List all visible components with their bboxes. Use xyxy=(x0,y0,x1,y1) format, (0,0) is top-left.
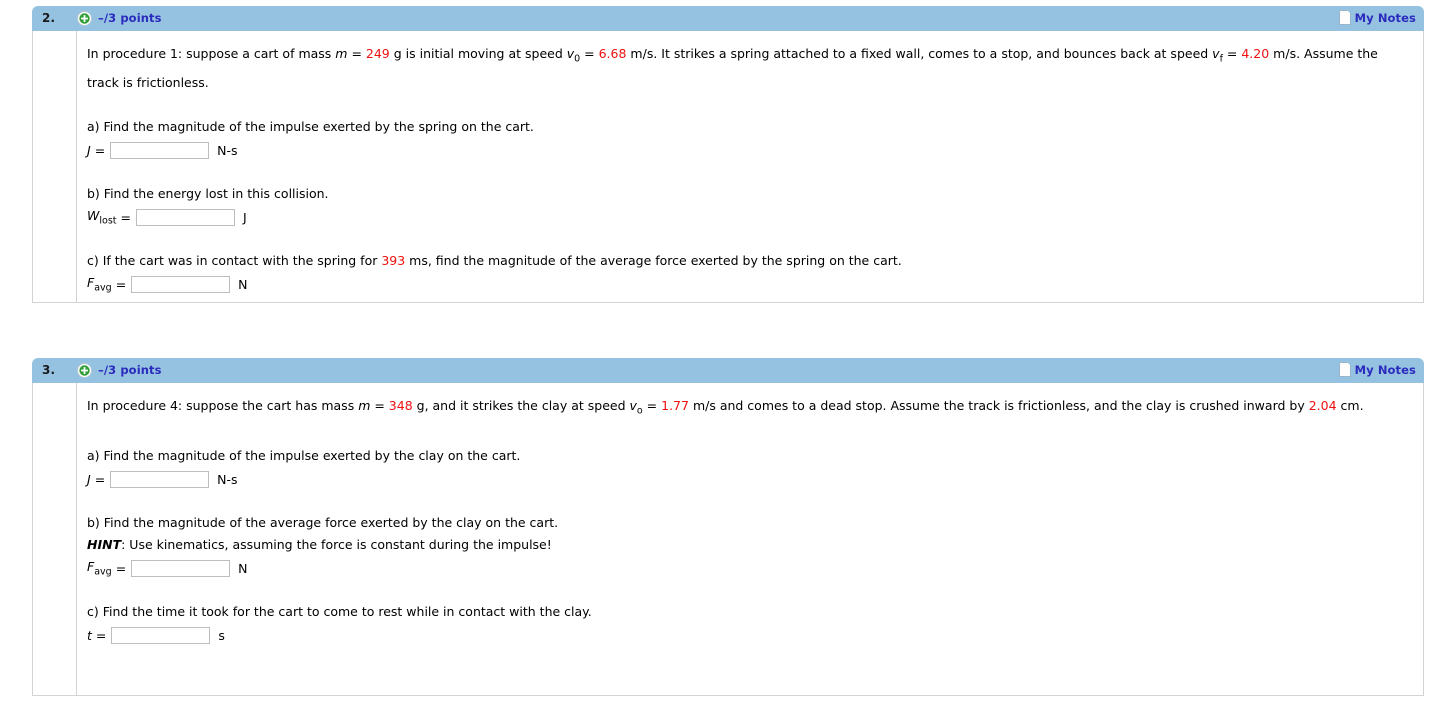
problem-statement: In procedure 4: suppose the cart has mas… xyxy=(87,394,1413,423)
part-a-answer-row: J = N-s xyxy=(87,141,1413,161)
part-b-hint: HINT: Use kinematics, assuming the force… xyxy=(87,534,1413,556)
value-vf: 4.20 xyxy=(1241,46,1270,61)
part-b-variable: Favg xyxy=(87,559,112,578)
part-c-variable: t xyxy=(87,628,92,643)
part-c-unit: N xyxy=(238,277,248,292)
hint-label: HINT xyxy=(87,536,122,552)
problem-statement: In procedure 1: suppose a cart of mass m… xyxy=(87,42,1413,94)
part-c-text-pre: c) If the cart was in contact with the s… xyxy=(87,252,382,268)
part-b-unit: J xyxy=(243,210,247,225)
question-block-2: 2. –/3 points My Notes In procedure 1: s… xyxy=(32,6,1424,303)
part-c-unit: s xyxy=(218,628,225,643)
part-a-unit: N-s xyxy=(217,472,238,487)
statement-seg1: In procedure 4: suppose the cart has mas… xyxy=(87,398,359,413)
var-m: m xyxy=(358,398,371,413)
var-v0: vo xyxy=(629,398,643,417)
part-b: b) Find the magnitude of the average for… xyxy=(87,512,1413,579)
part-b-equals: = xyxy=(120,210,131,225)
part-b-equals: = xyxy=(115,561,127,576)
var-m: m xyxy=(335,46,348,61)
part-c: c) If the cart was in contact with the s… xyxy=(87,250,1413,295)
var-vf: vf xyxy=(1212,46,1223,65)
question-body-3: In procedure 4: suppose the cart has mas… xyxy=(32,383,1424,696)
part-a-variable: J xyxy=(87,143,91,158)
plus-circle-icon[interactable] xyxy=(77,11,92,26)
statement-seg2: g is initial moving at speed xyxy=(389,46,567,61)
question-gutter xyxy=(33,31,77,302)
my-notes-label: My Notes xyxy=(1354,362,1416,377)
points-label[interactable]: –/3 points xyxy=(98,11,162,25)
part-c-equals: = xyxy=(95,628,107,643)
statement-seg4: cm. xyxy=(1336,398,1364,413)
part-c-input[interactable] xyxy=(111,627,211,644)
part-c-text: c) If the cart was in contact with the s… xyxy=(87,250,1413,272)
part-c-answer-row: Favg = N xyxy=(87,275,1413,295)
question-number: 2. xyxy=(42,11,56,25)
value-mass: 249 xyxy=(365,46,390,61)
note-page-icon xyxy=(1338,362,1351,377)
part-a-input[interactable] xyxy=(110,471,210,488)
part-a: a) Find the magnitude of the impulse exe… xyxy=(87,445,1413,490)
part-b-answer-row: Wlost = J xyxy=(87,208,1413,228)
part-c-text-post: ms, find the magnitude of the average fo… xyxy=(405,252,902,268)
part-c-text: c) Find the time it took for the cart to… xyxy=(87,603,592,619)
question-content-2: In procedure 1: suppose a cart of mass m… xyxy=(77,31,1423,295)
plus-circle-icon[interactable] xyxy=(77,363,92,378)
my-notes-button[interactable]: My Notes xyxy=(1338,10,1416,25)
part-a-text: a) Find the magnitude of the impulse exe… xyxy=(87,447,521,463)
question-header-2: 2. –/3 points My Notes xyxy=(32,6,1424,31)
part-a-answer-row: J = N-s xyxy=(87,470,1413,490)
part-b-input[interactable] xyxy=(131,560,231,577)
part-c-equals: = xyxy=(115,277,127,292)
question-content-3: In procedure 4: suppose the cart has mas… xyxy=(77,383,1423,646)
part-a: a) Find the magnitude of the impulse exe… xyxy=(87,116,1413,161)
var-v0: v0 xyxy=(566,46,581,65)
part-b-variable: Wlost xyxy=(87,208,117,227)
part-a-variable: J xyxy=(87,472,91,487)
part-c-input[interactable] xyxy=(131,276,231,293)
my-notes-button[interactable]: My Notes xyxy=(1338,362,1416,377)
question-gutter xyxy=(33,383,77,695)
part-a-equals: = xyxy=(94,143,106,158)
part-c-value: 393 xyxy=(381,252,406,268)
value-crush-distance: 2.04 xyxy=(1308,398,1337,413)
statement-seg3: m/s. It strikes a spring attached to a f… xyxy=(626,46,1213,61)
part-c-answer-row: t = s xyxy=(87,626,1413,646)
value-v0: 6.68 xyxy=(598,46,627,61)
value-mass: 348 xyxy=(388,398,413,413)
part-c-variable: Favg xyxy=(87,275,112,294)
part-b-text: b) Find the magnitude of the average for… xyxy=(87,514,559,530)
eq1: = xyxy=(347,46,366,61)
statement-seg3: m/s and comes to a dead stop. Assume the… xyxy=(688,398,1309,413)
note-page-icon xyxy=(1338,10,1351,25)
part-b: b) Find the energy lost in this collisio… xyxy=(87,183,1413,228)
part-a-text: a) Find the magnitude of the impulse exe… xyxy=(87,118,534,134)
eq2: = xyxy=(580,46,599,61)
statement-seg2: g, and it strikes the clay at speed xyxy=(412,398,630,413)
part-b-answer-row: Favg = N xyxy=(87,559,1413,579)
question-number: 3. xyxy=(42,363,56,377)
part-b-input[interactable] xyxy=(136,209,235,226)
eq1: = xyxy=(370,398,389,413)
question-body-2: In procedure 1: suppose a cart of mass m… xyxy=(32,31,1424,303)
hint-text: : Use kinematics, assuming the force is … xyxy=(121,536,552,552)
eq3: = xyxy=(1222,46,1242,61)
statement-seg1: In procedure 1: suppose a cart of mass xyxy=(87,46,336,61)
my-notes-label: My Notes xyxy=(1354,10,1416,25)
part-a-unit: N-s xyxy=(217,143,238,158)
eq2: = xyxy=(642,398,662,413)
value-v0: 1.77 xyxy=(661,398,689,413)
assignment-page: 2. –/3 points My Notes In procedure 1: s… xyxy=(0,0,1440,703)
part-b-text: b) Find the energy lost in this collisio… xyxy=(87,185,329,201)
part-c: c) Find the time it took for the cart to… xyxy=(87,601,1413,646)
question-block-3: 3. –/3 points My Notes In procedure 4: s… xyxy=(32,358,1424,696)
part-a-input[interactable] xyxy=(110,142,210,159)
part-b-unit: N xyxy=(238,561,248,576)
part-a-equals: = xyxy=(94,472,106,487)
points-label[interactable]: –/3 points xyxy=(98,363,162,377)
question-header-3: 3. –/3 points My Notes xyxy=(32,358,1424,383)
